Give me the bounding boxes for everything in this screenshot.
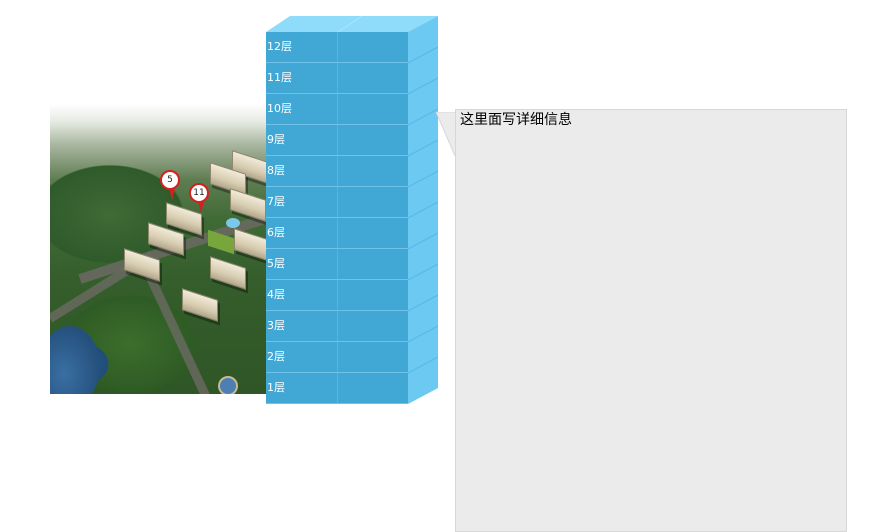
building-side (407, 16, 439, 404)
site-aerial-map (50, 104, 266, 394)
detail-text: 这里面写详细信息 (460, 112, 572, 128)
floor-3[interactable]: 3层 (266, 311, 408, 342)
pool (226, 218, 240, 228)
floor-label: 5层 (266, 249, 338, 279)
floor-unit[interactable] (338, 63, 408, 93)
floor-unit[interactable] (338, 94, 408, 124)
callout-pointer (435, 111, 457, 159)
floor-label: 8层 (266, 156, 338, 186)
floor-2[interactable]: 2层 (266, 342, 408, 373)
pin-pointer (169, 188, 175, 200)
floor-11[interactable]: 11层 (266, 63, 408, 94)
floor-unit[interactable] (338, 156, 408, 186)
floor-unit[interactable] (338, 373, 408, 403)
residential-building[interactable] (210, 256, 246, 290)
road (138, 259, 211, 394)
floor-6[interactable]: 6层 (266, 218, 408, 249)
floor-10[interactable]: 10层 (266, 94, 408, 125)
floor-label: 6层 (266, 218, 338, 248)
building-pin-5[interactable]: 5 (160, 170, 182, 204)
floor-unit[interactable] (338, 280, 408, 310)
detail-panel: 这里面写详细信息 (455, 109, 847, 532)
building-floor-column: 12层 11层 10层 9层 8层 7层 6层 5层 4层 3层 2层 1层 (266, 16, 439, 404)
pin-pointer (198, 201, 204, 213)
floor-label: 11层 (266, 63, 338, 93)
floor-label: 7层 (266, 187, 338, 217)
floor-7[interactable]: 7层 (266, 187, 408, 218)
floor-unit[interactable] (338, 342, 408, 372)
residential-building[interactable] (230, 188, 266, 222)
plaza (218, 376, 238, 394)
floor-unit[interactable] (338, 187, 408, 217)
floor-unit[interactable] (338, 218, 408, 248)
floor-label: 9层 (266, 125, 338, 155)
floor-label: 1层 (266, 373, 338, 403)
floor-unit[interactable] (338, 125, 408, 155)
floor-label: 3层 (266, 311, 338, 341)
floor-9[interactable]: 9层 (266, 125, 408, 156)
residential-building[interactable] (182, 288, 218, 322)
floor-unit[interactable] (338, 311, 408, 341)
floor-list: 12层 11层 10层 9层 8层 7层 6层 5层 4层 3层 2层 1层 (266, 32, 408, 404)
pin-label: 5 (160, 170, 180, 190)
residential-building[interactable] (234, 228, 266, 262)
pin-label: 11 (189, 183, 209, 203)
lake (50, 326, 100, 394)
floor-12[interactable]: 12层 (266, 32, 408, 63)
floor-1[interactable]: 1层 (266, 373, 408, 404)
floor-label: 4层 (266, 280, 338, 310)
floor-label: 10层 (266, 94, 338, 124)
floor-4[interactable]: 4层 (266, 280, 408, 311)
floor-8[interactable]: 8层 (266, 156, 408, 187)
building-pin-11[interactable]: 11 (189, 183, 211, 217)
floor-unit[interactable] (338, 249, 408, 279)
floor-label: 12层 (266, 32, 338, 62)
floor-5[interactable]: 5层 (266, 249, 408, 280)
floor-unit[interactable] (338, 32, 408, 62)
floor-label: 2层 (266, 342, 338, 372)
